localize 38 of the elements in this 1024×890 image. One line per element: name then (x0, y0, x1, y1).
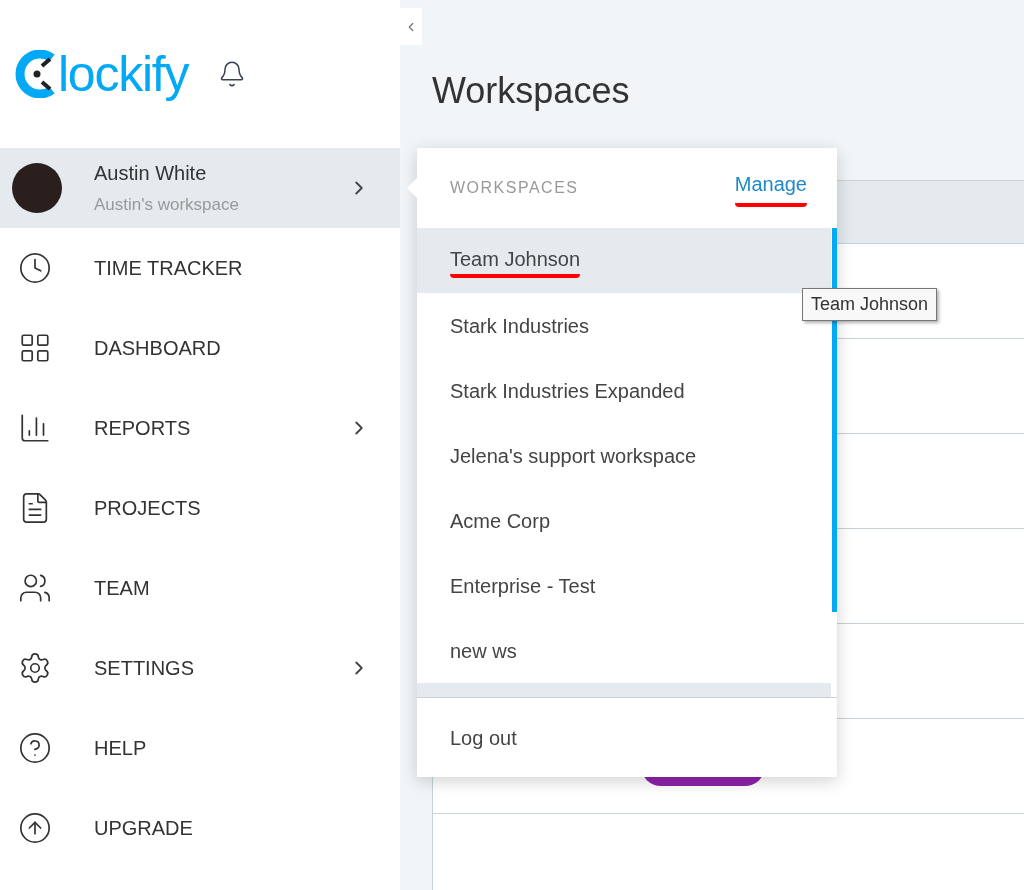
logout-label: Log out (450, 725, 517, 751)
nav-item[interactable]: HELP (0, 708, 400, 788)
logo-text: lockify (58, 49, 189, 99)
workspace-label: Jelena's support workspace (450, 443, 697, 469)
nav-label: REPORTS (94, 416, 192, 441)
nav-item[interactable]: SETTINGS (0, 628, 400, 708)
workspace-label: new ws (450, 638, 517, 664)
workspace-item[interactable]: Stark Industries Expanded (417, 358, 831, 423)
page-title: Workspaces (432, 69, 630, 113)
nav-item[interactable]: PROJECTS (0, 468, 400, 548)
workspace-item[interactable]: Acme Corp (417, 488, 831, 553)
manage-link[interactable]: Manage (734, 169, 807, 207)
dropdown-heading: WORKSPACES (450, 178, 579, 198)
nav-item[interactable]: DASHBOARD (0, 308, 400, 388)
nav-label: DASHBOARD (94, 336, 222, 361)
nav-item[interactable]: UPGRADE (0, 788, 400, 868)
tooltip: Team Johnson (802, 288, 938, 321)
workspace-label: Enterprise - Test (450, 573, 596, 599)
workspace-label: Acme Corp (450, 508, 551, 534)
workspace-label: Stark Industries Expanded (450, 378, 685, 404)
nav-label: UPGRADE (94, 816, 194, 841)
nav-item[interactable]: REPORTS (0, 388, 400, 468)
nav-label: TIME TRACKER (94, 256, 244, 281)
nav-label: TEAM (94, 576, 151, 601)
workspace-item[interactable]: Enterprise - Test (417, 553, 831, 618)
workspace-name: Austin's workspace (94, 194, 240, 217)
nav-item[interactable]: TIME TRACKER (0, 228, 400, 308)
user-name: Austin White (94, 161, 208, 187)
nav-item[interactable]: TEAM (0, 548, 400, 628)
nav-label: HELP (94, 736, 148, 761)
workspace-item[interactable]: Team Johnson (417, 228, 831, 293)
workspace-item[interactable]: new ws (417, 618, 831, 683)
nav-label: SETTINGS (94, 656, 195, 681)
workspace-label: Team Johnson (450, 243, 581, 278)
user-menu-item[interactable]: Austin White Austin's workspace (0, 148, 400, 228)
logout-item[interactable]: Log out (417, 697, 837, 777)
workspace-item[interactable]: Jelena's support workspace (417, 423, 831, 488)
nav-label: PROJECTS (94, 496, 202, 521)
